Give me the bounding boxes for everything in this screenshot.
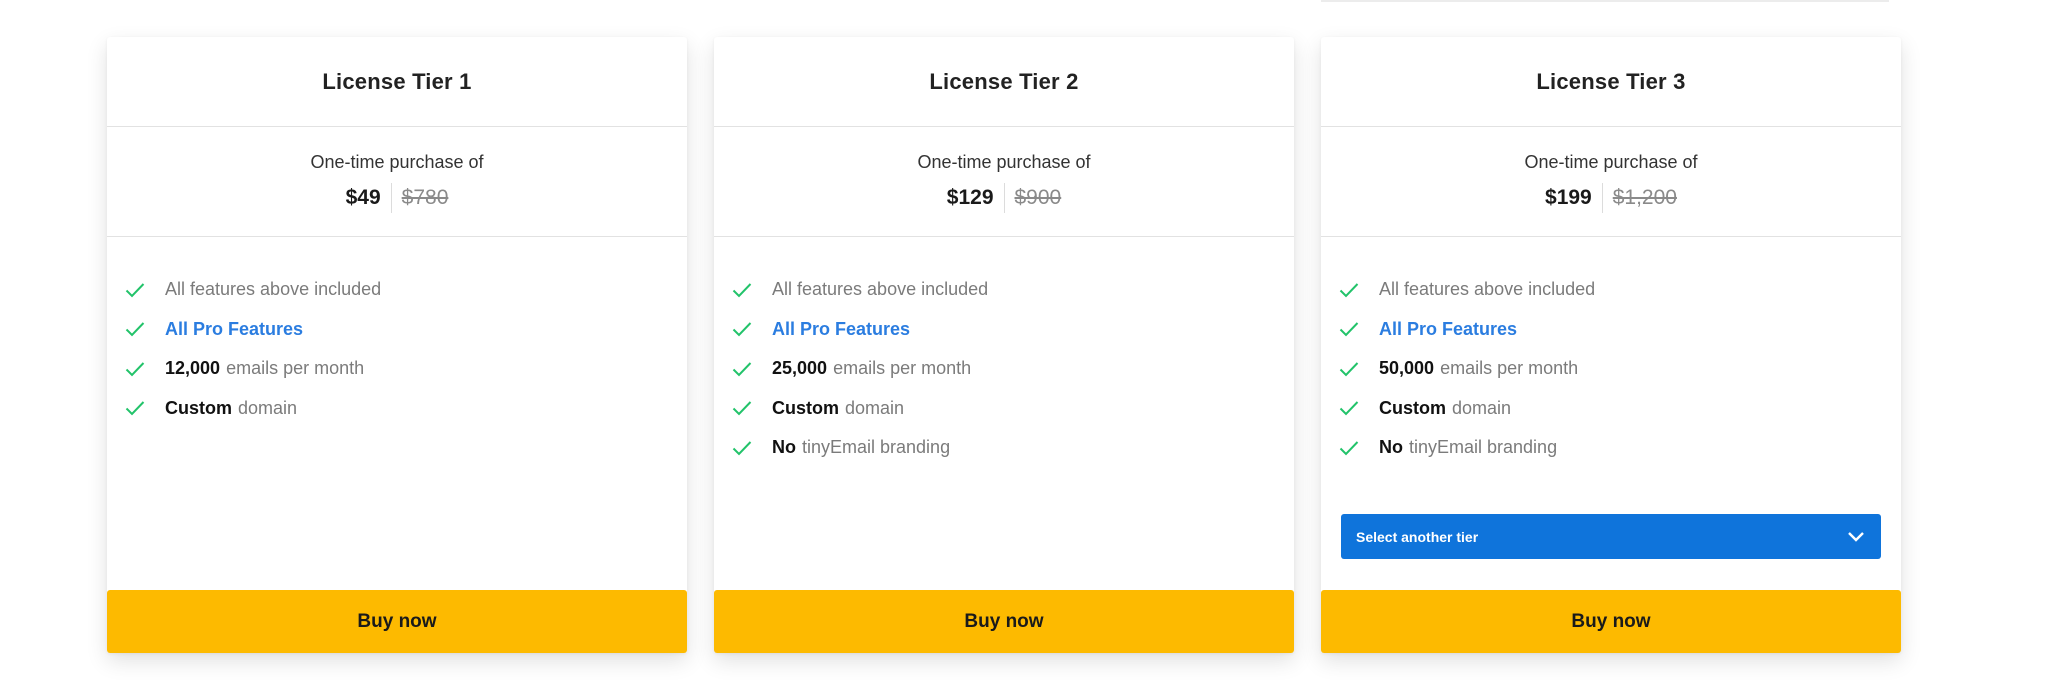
feature-item: All features above included xyxy=(732,270,1294,310)
price-block: One-time purchase of $199 $1,200 xyxy=(1321,127,1901,237)
feature-text: domain xyxy=(1452,397,1512,418)
feature-highlight: Custom xyxy=(1379,397,1446,418)
original-price: $780 xyxy=(401,186,449,209)
check-icon xyxy=(1339,362,1359,377)
feature-highlight: No xyxy=(1379,437,1403,458)
check-icon xyxy=(732,362,752,377)
price-row: $129 $900 xyxy=(947,183,1061,213)
check-icon xyxy=(125,362,145,377)
pricing-card-tier-1: License Tier 1 One-time purchase of $49 … xyxy=(107,37,687,653)
current-price: $49 xyxy=(345,186,381,209)
feature-item: All features above included xyxy=(1339,270,1901,310)
feature-item: 50,000 emails per month xyxy=(1339,349,1901,389)
pro-features-link[interactable]: All Pro Features xyxy=(165,319,303,340)
feature-text: All features above included xyxy=(772,279,989,300)
pricing-card-tier-3: License Tier 3 One-time purchase of $199… xyxy=(1321,37,1901,653)
feature-item: No tinyEmail branding xyxy=(732,428,1294,468)
feature-item: Custom domain xyxy=(732,389,1294,429)
tier-select-label: Select another tier xyxy=(1356,528,1479,545)
top-divider xyxy=(1321,0,1889,2)
feature-item: 25,000 emails per month xyxy=(732,349,1294,389)
price-caption: One-time purchase of xyxy=(310,152,484,172)
card-header: License Tier 3 xyxy=(1321,37,1901,127)
feature-highlight: Custom xyxy=(165,397,232,418)
card-title: License Tier 2 xyxy=(929,68,1079,94)
feature-highlight: Custom xyxy=(772,397,839,418)
feature-item: All Pro Features xyxy=(125,310,687,350)
feature-text: domain xyxy=(845,397,905,418)
feature-text: All features above included xyxy=(1379,279,1596,300)
feature-highlight: No xyxy=(772,437,796,458)
check-icon xyxy=(732,401,752,416)
pro-features-link[interactable]: All Pro Features xyxy=(772,319,910,340)
feature-item: 12,000 emails per month xyxy=(125,349,687,389)
pro-features-link[interactable]: All Pro Features xyxy=(1379,319,1517,340)
feature-highlight: 50,000 xyxy=(1379,358,1435,379)
card-header: License Tier 1 xyxy=(107,37,687,127)
feature-text: tinyEmail branding xyxy=(802,437,951,458)
check-icon xyxy=(1339,401,1359,416)
check-icon xyxy=(1339,283,1359,298)
buy-now-button[interactable]: Buy now xyxy=(714,590,1294,653)
feature-list: All features above included All Pro Feat… xyxy=(1321,237,1901,468)
card-header: License Tier 2 xyxy=(714,37,1294,127)
feature-highlight: 25,000 xyxy=(772,358,828,379)
chevron-down-icon xyxy=(1848,531,1864,542)
price-block: One-time purchase of $129 $900 xyxy=(714,127,1294,237)
buy-now-button[interactable]: Buy now xyxy=(1321,590,1901,653)
price-row: $199 $1,200 xyxy=(1545,183,1677,213)
price-row: $49 $780 xyxy=(345,183,449,213)
feature-text: tinyEmail branding xyxy=(1409,437,1558,458)
current-price: $199 xyxy=(1545,186,1592,209)
feature-list: All features above included All Pro Feat… xyxy=(107,237,687,428)
check-icon xyxy=(125,401,145,416)
check-icon xyxy=(732,441,752,456)
check-icon xyxy=(1339,322,1359,337)
feature-item: All Pro Features xyxy=(732,310,1294,350)
feature-item: All Pro Features xyxy=(1339,310,1901,350)
feature-highlight: 12,000 xyxy=(165,358,221,379)
check-icon xyxy=(1339,441,1359,456)
price-block: One-time purchase of $49 $780 xyxy=(107,127,687,237)
feature-text: emails per month xyxy=(226,358,365,379)
check-icon xyxy=(732,283,752,298)
feature-text: domain xyxy=(238,397,298,418)
check-icon xyxy=(125,283,145,298)
original-price: $900 xyxy=(1014,186,1062,209)
price-caption: One-time purchase of xyxy=(1524,152,1698,172)
card-title: License Tier 3 xyxy=(1536,68,1686,94)
card-title: License Tier 1 xyxy=(322,68,472,94)
feature-list: All features above included All Pro Feat… xyxy=(714,237,1294,468)
feature-text: emails per month xyxy=(1440,358,1579,379)
buy-now-button[interactable]: Buy now xyxy=(107,590,687,653)
feature-item: Custom domain xyxy=(1339,389,1901,429)
feature-item: All features above included xyxy=(125,270,687,310)
feature-item: Custom domain xyxy=(125,389,687,429)
pricing-card-tier-2: License Tier 2 One-time purchase of $129… xyxy=(714,37,1294,653)
feature-text: All features above included xyxy=(165,279,382,300)
check-icon xyxy=(732,322,752,337)
select-another-tier-dropdown[interactable]: Select another tier xyxy=(1341,514,1881,559)
feature-text: emails per month xyxy=(833,358,972,379)
price-caption: One-time purchase of xyxy=(917,152,1091,172)
check-icon xyxy=(125,322,145,337)
feature-item: No tinyEmail branding xyxy=(1339,428,1901,468)
original-price: $1,200 xyxy=(1612,186,1677,209)
current-price: $129 xyxy=(946,186,994,209)
